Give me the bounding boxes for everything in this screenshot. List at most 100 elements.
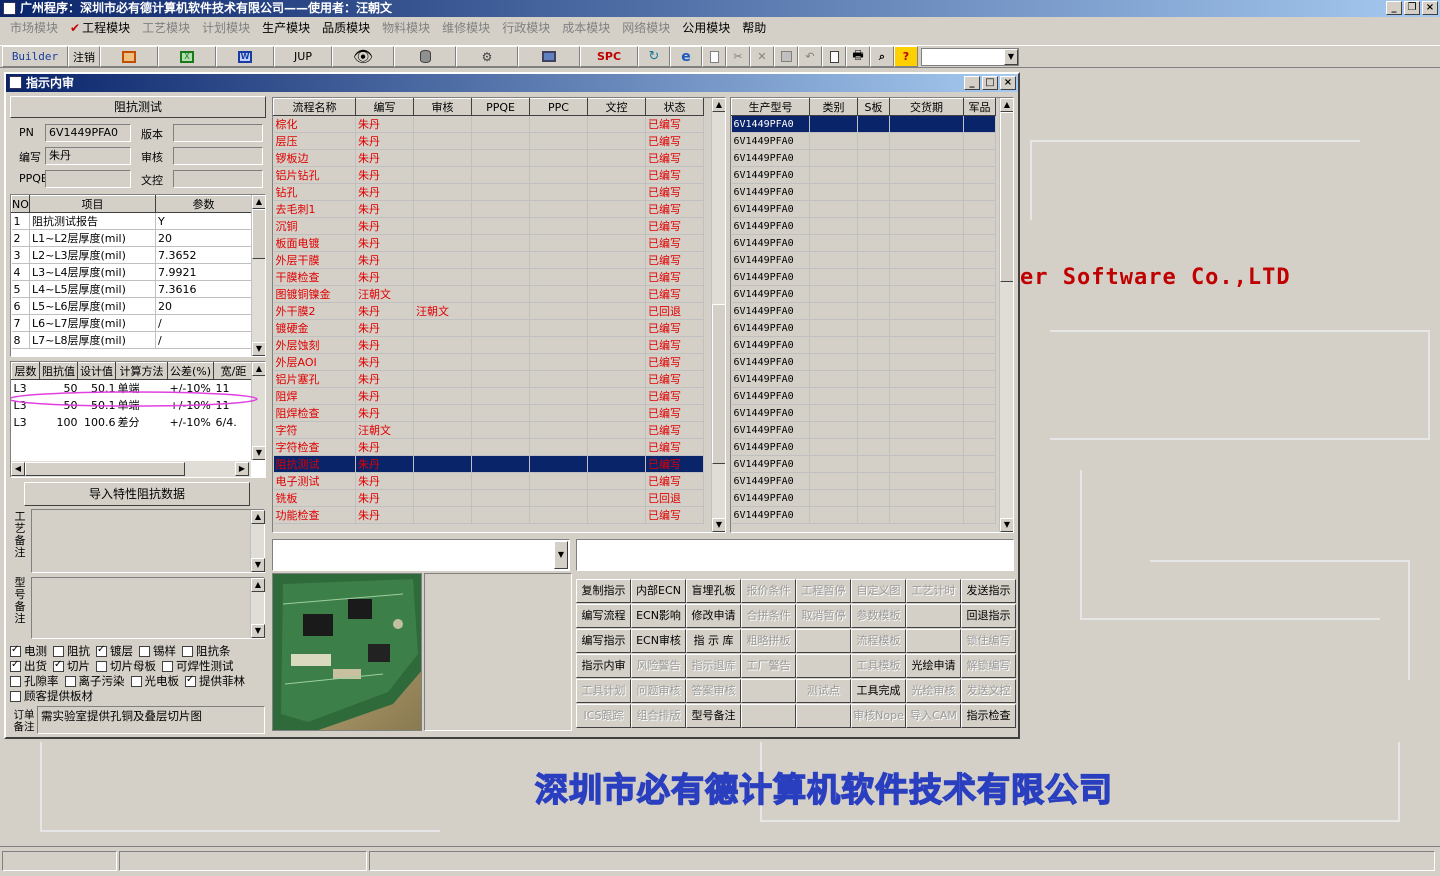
table-cell[interactable] [889, 115, 964, 133]
table-row[interactable]: 外层干膜 朱丹 已编写 [273, 251, 704, 269]
table-cell[interactable]: 已编写 [645, 387, 704, 405]
table-cell[interactable]: 朱丹 [355, 353, 414, 371]
table-cell[interactable] [471, 404, 530, 422]
model-scrollbar[interactable]: ▲ ▼ [999, 98, 1013, 532]
process-header[interactable]: PPC [529, 98, 588, 116]
action-button[interactable]: 工艺计时 [906, 579, 961, 603]
table-cell[interactable] [471, 132, 530, 150]
spc-button[interactable]: SPC [580, 46, 638, 67]
table-cell[interactable]: 6V1449PFA0 [731, 166, 810, 184]
table-cell[interactable]: 已编写 [645, 217, 704, 235]
impedance-scrollbar[interactable]: ▲ ▼ [251, 362, 265, 460]
table-cell[interactable] [529, 166, 588, 184]
checkbox[interactable] [130, 676, 142, 687]
table-cell[interactable]: 朱丹 [355, 387, 414, 405]
delete-icon[interactable]: ✕ [750, 46, 774, 67]
table-cell[interactable]: 4 [11, 263, 30, 281]
table-cell[interactable]: 朱丹 [355, 336, 414, 354]
table-cell[interactable]: 汪朝文 [355, 421, 414, 439]
checkbox-item[interactable]: 锡样 [139, 644, 176, 658]
table-cell[interactable] [857, 149, 890, 167]
table-cell[interactable]: 6V1449PFA0 [731, 302, 810, 320]
table-cell[interactable]: 6V1449PFA0 [731, 234, 810, 252]
action-button[interactable]: 锁住编写 [961, 629, 1016, 653]
menu-item-0[interactable]: 市场模块 [4, 19, 64, 36]
table-cell[interactable]: 7.3652 [155, 246, 252, 264]
table-cell[interactable] [529, 336, 588, 354]
action-button[interactable]: ICS跟踪 [576, 704, 631, 728]
review-field[interactable] [173, 147, 263, 165]
table-cell[interactable] [587, 149, 646, 167]
action-button[interactable]: ECN影响 [631, 604, 686, 628]
action-button[interactable]: 流程模板 [851, 629, 906, 653]
action-button[interactable]: 回退指示 [961, 604, 1016, 628]
table-cell[interactable] [857, 404, 890, 422]
table-cell[interactable] [809, 353, 858, 371]
table-cell[interactable] [809, 183, 858, 201]
table-cell[interactable] [809, 285, 858, 303]
order-note-field[interactable]: 需实验室提供孔铜及叠层切片图 [37, 706, 265, 734]
table-cell[interactable]: 已编写 [645, 234, 704, 252]
table-cell[interactable] [889, 132, 964, 150]
checkbox[interactable] [64, 676, 76, 687]
table-cell[interactable] [413, 149, 472, 167]
table-cell[interactable]: 阻抗测试 [273, 455, 356, 473]
table-row[interactable]: L3 100 100.6 差分 +/-10% 6/4. [12, 414, 254, 431]
table-cell[interactable] [413, 489, 472, 507]
table-cell[interactable]: 已回退 [645, 302, 704, 320]
table-cell[interactable]: 6V1449PFA0 [731, 353, 810, 371]
scroll-up-icon[interactable]: ▲ [251, 510, 265, 524]
table-cell[interactable] [857, 268, 890, 286]
model-grid[interactable]: 生产型号 类别 S板 交货期 军品 6V1449PFA0 6V1449PFA0 6V1449… [730, 97, 1014, 533]
table-cell[interactable]: 3 [11, 246, 30, 264]
scroll-right-icon[interactable]: ▶ [235, 462, 249, 476]
table-cell[interactable] [529, 353, 588, 371]
table-cell[interactable] [471, 217, 530, 235]
child-maximize-button[interactable]: □ [982, 76, 998, 90]
computer-icon[interactable] [518, 46, 580, 67]
table-cell[interactable]: 镀硬金 [273, 319, 356, 337]
table-cell[interactable] [471, 268, 530, 286]
table-cell[interactable]: 7 [11, 314, 30, 332]
table-cell[interactable] [471, 353, 530, 371]
process-combo[interactable]: ▼ [272, 539, 570, 571]
table-cell[interactable] [587, 302, 646, 320]
table-cell[interactable]: 1 [11, 212, 30, 230]
table-row[interactable]: 6V1449PFA0 [731, 472, 996, 490]
scroll-up-icon[interactable]: ▲ [252, 362, 265, 376]
table-cell[interactable] [413, 472, 472, 490]
table-cell[interactable]: 朱丹 [355, 302, 414, 320]
table-cell[interactable]: 朱丹 [355, 166, 414, 184]
scroll-up-icon[interactable]: ▲ [252, 195, 265, 209]
table-cell[interactable] [809, 302, 858, 320]
process-scrollbar[interactable]: ▲ ▼ [711, 98, 725, 532]
action-button[interactable]: 光绘申请 [906, 654, 961, 678]
table-cell[interactable]: 朱丹 [355, 404, 414, 422]
table-cell[interactable] [587, 115, 646, 133]
toolbar-combo[interactable]: ▼ [921, 47, 1019, 66]
checkbox[interactable] [10, 691, 21, 702]
minimize-button[interactable]: _ [1386, 1, 1402, 15]
action-button[interactable]: 自定义图 [851, 579, 906, 603]
action-button[interactable] [741, 704, 796, 728]
table-cell[interactable] [963, 183, 996, 201]
ppqe-field[interactable] [45, 170, 131, 188]
table-cell[interactable]: 朱丹 [355, 319, 414, 337]
preview-icon[interactable] [822, 46, 846, 67]
checkbox[interactable] [96, 644, 107, 657]
table-row[interactable]: 字符检查 朱丹 已编写 [273, 438, 704, 456]
table-cell[interactable] [587, 268, 646, 286]
table-row[interactable]: 6V1449PFA0 [731, 115, 996, 133]
table-row[interactable]: 6V1449PFA0 [731, 404, 996, 422]
table-cell[interactable] [587, 438, 646, 456]
table-cell[interactable]: 阻焊检查 [273, 404, 356, 422]
table-cell[interactable] [963, 115, 996, 133]
table-cell[interactable]: +/-10% [168, 414, 214, 431]
table-row[interactable]: 6V1449PFA0 [731, 285, 996, 303]
find-icon[interactable]: ⌕ [870, 46, 894, 67]
table-cell[interactable] [529, 115, 588, 133]
action-button[interactable]: 取消暂停 [796, 604, 851, 628]
doc-field[interactable] [173, 170, 263, 188]
table-row[interactable]: 6V1449PFA0 [731, 302, 996, 320]
table-cell[interactable] [809, 132, 858, 150]
